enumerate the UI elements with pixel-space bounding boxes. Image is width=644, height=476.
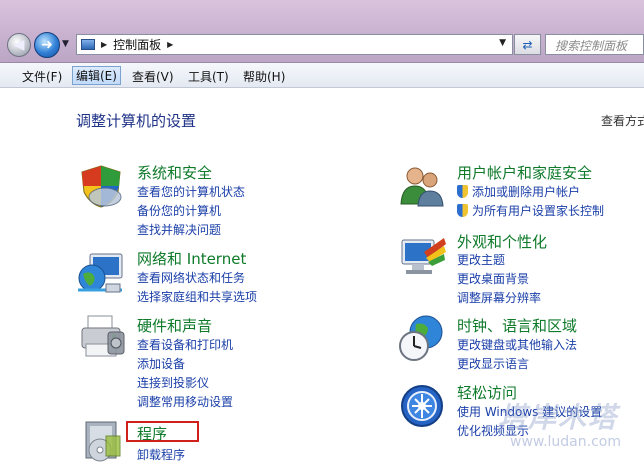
uac-shield-icon bbox=[457, 185, 468, 198]
link-screen-resolution[interactable]: 调整屏幕分辨率 bbox=[457, 289, 541, 306]
breadcrumb-arrow-icon[interactable]: ▶ bbox=[101, 40, 107, 49]
back-button[interactable]: ◀ bbox=[7, 33, 31, 57]
link-connect-projector[interactable]: 连接到投影仪 bbox=[137, 374, 209, 391]
menu-edit[interactable]: 编辑(E) bbox=[72, 66, 121, 85]
monitor-palette-icon[interactable] bbox=[400, 234, 446, 278]
category-system-security[interactable]: 系统和安全 bbox=[137, 162, 212, 183]
control-panel-icon bbox=[81, 39, 95, 50]
recent-pages-dropdown[interactable]: ▼ bbox=[62, 39, 69, 49]
globe-network-icon[interactable] bbox=[76, 250, 126, 296]
link-uninstall-program[interactable]: 卸载程序 bbox=[137, 446, 185, 463]
link-homegroup-sharing[interactable]: 选择家庭组和共享选项 bbox=[137, 288, 257, 305]
category-hardware-sound[interactable]: 硬件和声音 bbox=[137, 315, 212, 336]
ease-of-access-icon[interactable] bbox=[400, 384, 444, 428]
link-add-remove-accounts[interactable]: 添加或删除用户帐户 bbox=[457, 183, 580, 200]
link-change-theme[interactable]: 更改主题 bbox=[457, 251, 505, 268]
address-dropdown-icon[interactable]: ▼ bbox=[499, 38, 506, 48]
link-devices-printers[interactable]: 查看设备和打印机 bbox=[137, 336, 233, 353]
menu-bar: 文件(F) 编辑(E) 查看(V) 工具(T) 帮助(H) bbox=[0, 63, 644, 88]
menu-view[interactable]: 查看(V) bbox=[132, 67, 174, 86]
address-bar-area: ◀ ➜ ▼ ▶ 控制面板 ▶ ▼ ⇄ 搜索控制面板 bbox=[0, 0, 644, 63]
watermark: 塔岸木塔 bbox=[498, 401, 619, 434]
link-display-language[interactable]: 更改显示语言 bbox=[457, 355, 529, 372]
link-mobility-settings[interactable]: 调整常用移动设置 bbox=[137, 393, 233, 410]
category-network-internet[interactable]: 网络和 Internet bbox=[137, 248, 246, 269]
uac-shield-icon bbox=[457, 204, 468, 217]
users-icon[interactable] bbox=[398, 164, 446, 208]
link-view-computer-status[interactable]: 查看您的计算机状态 bbox=[137, 183, 245, 200]
programs-icon[interactable] bbox=[80, 416, 126, 464]
breadcrumb-control-panel[interactable]: 控制面板 bbox=[113, 36, 161, 53]
category-clock-language-region[interactable]: 时钟、语言和区域 bbox=[457, 315, 577, 336]
link-desktop-background[interactable]: 更改桌面背景 bbox=[457, 270, 529, 287]
menu-help[interactable]: 帮助(H) bbox=[243, 67, 285, 86]
link-troubleshoot[interactable]: 查找并解决问题 bbox=[137, 221, 221, 238]
menu-file[interactable]: 文件(F) bbox=[22, 67, 62, 86]
watermark-url: www.ludan.com bbox=[510, 434, 621, 450]
forward-button[interactable]: ➜ bbox=[34, 32, 60, 58]
highlight-box bbox=[126, 421, 199, 442]
breadcrumb-arrow-icon[interactable]: ▶ bbox=[167, 40, 173, 49]
printer-icon[interactable] bbox=[78, 314, 126, 360]
refresh-button[interactable]: ⇄ bbox=[514, 34, 541, 55]
link-network-status[interactable]: 查看网络状态和任务 bbox=[137, 269, 245, 286]
category-appearance[interactable]: 外观和个性化 bbox=[457, 231, 547, 252]
shield-icon[interactable] bbox=[78, 164, 124, 208]
search-input[interactable]: 搜索控制面板 bbox=[545, 34, 644, 55]
link-backup-computer[interactable]: 备份您的计算机 bbox=[137, 202, 221, 219]
link-add-device[interactable]: 添加设备 bbox=[137, 355, 185, 372]
link-change-input-methods[interactable]: 更改键盘或其他输入法 bbox=[457, 336, 577, 353]
clock-globe-icon[interactable] bbox=[398, 314, 446, 362]
address-box[interactable]: ▶ 控制面板 ▶ ▼ bbox=[76, 34, 513, 55]
menu-tools[interactable]: 工具(T) bbox=[188, 67, 229, 86]
category-user-accounts[interactable]: 用户帐户和家庭安全 bbox=[457, 162, 592, 183]
link-parental-controls[interactable]: 为所有用户设置家长控制 bbox=[457, 202, 604, 219]
page-title: 调整计算机的设置 bbox=[76, 112, 197, 130]
view-by-label: 查看方式 bbox=[601, 114, 644, 128]
